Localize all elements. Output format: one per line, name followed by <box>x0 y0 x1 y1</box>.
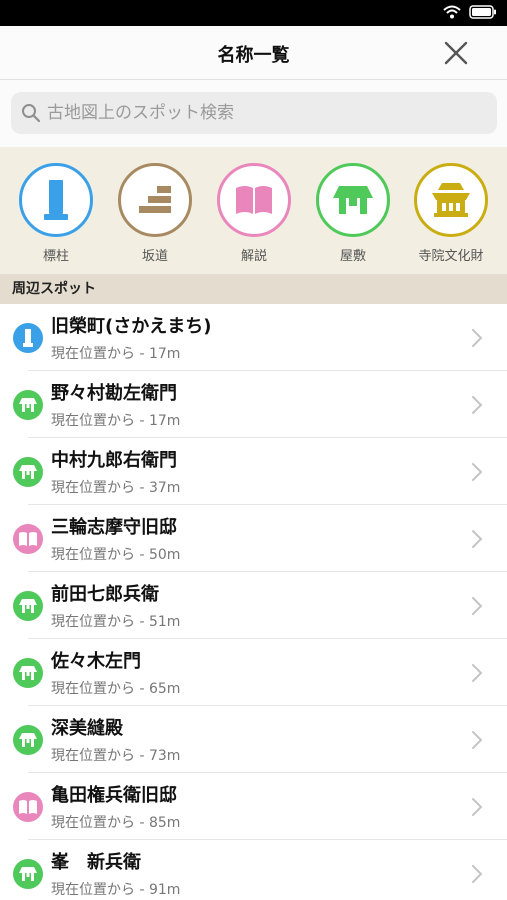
spot-distance: 現在位置から - 17m <box>51 346 181 362</box>
category-temple-label: 寺院文化財 <box>418 249 484 264</box>
open-book-icon <box>13 792 43 822</box>
category-temple-circle <box>414 163 488 237</box>
spot-list: 旧榮町(さかえまち) 現在位置から - 17m 野々村勘左衛門 現在位置から -… <box>0 304 507 900</box>
open-book-icon <box>13 524 43 554</box>
open-book-icon <box>236 186 272 214</box>
house-icon <box>333 186 373 214</box>
category-slope-circle <box>118 163 192 237</box>
spot-distance: 現在位置から - 91m <box>51 882 181 898</box>
list-item[interactable]: 野々村勘左衛門 現在位置から - 17m <box>0 371 507 438</box>
house-icon <box>13 591 43 621</box>
category-slope-label: 坂道 <box>141 249 168 264</box>
chevron-right-icon <box>472 396 483 414</box>
spot-name: 三輪志摩守旧邸 <box>51 517 177 538</box>
wifi-icon <box>443 5 461 19</box>
spot-distance: 現在位置から - 37m <box>51 480 181 496</box>
spot-name: 旧榮町(さかえまち) <box>51 316 212 337</box>
status-icons <box>443 5 497 19</box>
chevron-right-icon <box>472 865 483 883</box>
spot-name: 亀田権兵衛旧邸 <box>51 785 177 806</box>
list-item[interactable]: 前田七郎兵衛 現在位置から - 51m <box>0 572 507 639</box>
list-item[interactable]: 中村九郎右衛門 現在位置から - 37m <box>0 438 507 505</box>
house-icon <box>13 658 43 688</box>
list-item[interactable]: 峯 新兵衛 現在位置から - 91m <box>0 840 507 900</box>
search-bar[interactable] <box>11 92 497 134</box>
pillar-icon <box>13 323 43 353</box>
chevron-right-icon <box>472 530 483 548</box>
house-icon <box>13 390 43 420</box>
chevron-right-icon <box>472 329 483 347</box>
search-icon <box>22 104 41 123</box>
temple-icon <box>432 183 470 217</box>
spot-distance: 現在位置から - 73m <box>51 748 181 764</box>
status-bar <box>0 0 507 26</box>
spot-distance: 現在位置から - 51m <box>51 614 181 630</box>
category-commentary[interactable]: 解説 <box>214 163 294 264</box>
list-item[interactable]: 三輪志摩守旧邸 現在位置から - 50m <box>0 505 507 572</box>
spot-name: 野々村勘左衛門 <box>51 383 177 404</box>
search-input[interactable] <box>47 103 487 123</box>
spot-distance: 現在位置から - 85m <box>51 815 181 831</box>
page-title: 名称一覧 <box>217 45 290 66</box>
category-temple[interactable]: 寺院文化財 <box>411 163 491 264</box>
battery-icon <box>469 5 496 19</box>
spot-name: 深美縫殿 <box>51 718 123 739</box>
section-header: 周辺スポット <box>0 274 507 304</box>
spot-distance: 現在位置から - 65m <box>51 681 181 697</box>
category-house-label: 屋敷 <box>339 249 366 264</box>
spot-name: 佐々木左門 <box>51 651 141 672</box>
category-pillar-circle <box>19 163 93 237</box>
house-icon <box>13 859 43 889</box>
chevron-right-icon <box>472 798 483 816</box>
chevron-right-icon <box>472 731 483 749</box>
chevron-right-icon <box>472 463 483 481</box>
search-area <box>0 80 507 147</box>
spot-name: 中村九郎右衛門 <box>51 450 177 471</box>
list-item[interactable]: 佐々木左門 現在位置から - 65m <box>0 639 507 706</box>
category-house-circle <box>316 163 390 237</box>
spot-name: 前田七郎兵衛 <box>51 584 159 605</box>
house-icon <box>13 725 43 755</box>
list-item[interactable]: 旧榮町(さかえまち) 現在位置から - 17m <box>0 304 507 371</box>
chevron-right-icon <box>472 597 483 615</box>
category-bar: 標柱 坂道 解説 屋敷 寺院文化財 <box>0 147 507 274</box>
category-commentary-label: 解説 <box>240 249 267 264</box>
category-commentary-circle <box>217 163 291 237</box>
spot-distance: 現在位置から - 50m <box>51 547 181 563</box>
spot-name: 峯 新兵衛 <box>51 852 141 873</box>
house-icon <box>13 457 43 487</box>
category-slope[interactable]: 坂道 <box>115 163 195 264</box>
list-item[interactable]: 亀田権兵衛旧邸 現在位置から - 85m <box>0 773 507 840</box>
category-pillar[interactable]: 標柱 <box>16 163 96 264</box>
list-item[interactable]: 深美縫殿 現在位置から - 73m <box>0 706 507 773</box>
chevron-right-icon <box>472 664 483 682</box>
spot-distance: 現在位置から - 17m <box>51 413 181 429</box>
category-house[interactable]: 屋敷 <box>313 163 393 264</box>
category-pillar-label: 標柱 <box>42 249 69 264</box>
navigation-bar: 名称一覧 <box>0 26 507 80</box>
close-icon[interactable] <box>441 38 471 68</box>
slope-stairs-icon <box>139 186 171 213</box>
pillar-icon <box>44 180 68 220</box>
